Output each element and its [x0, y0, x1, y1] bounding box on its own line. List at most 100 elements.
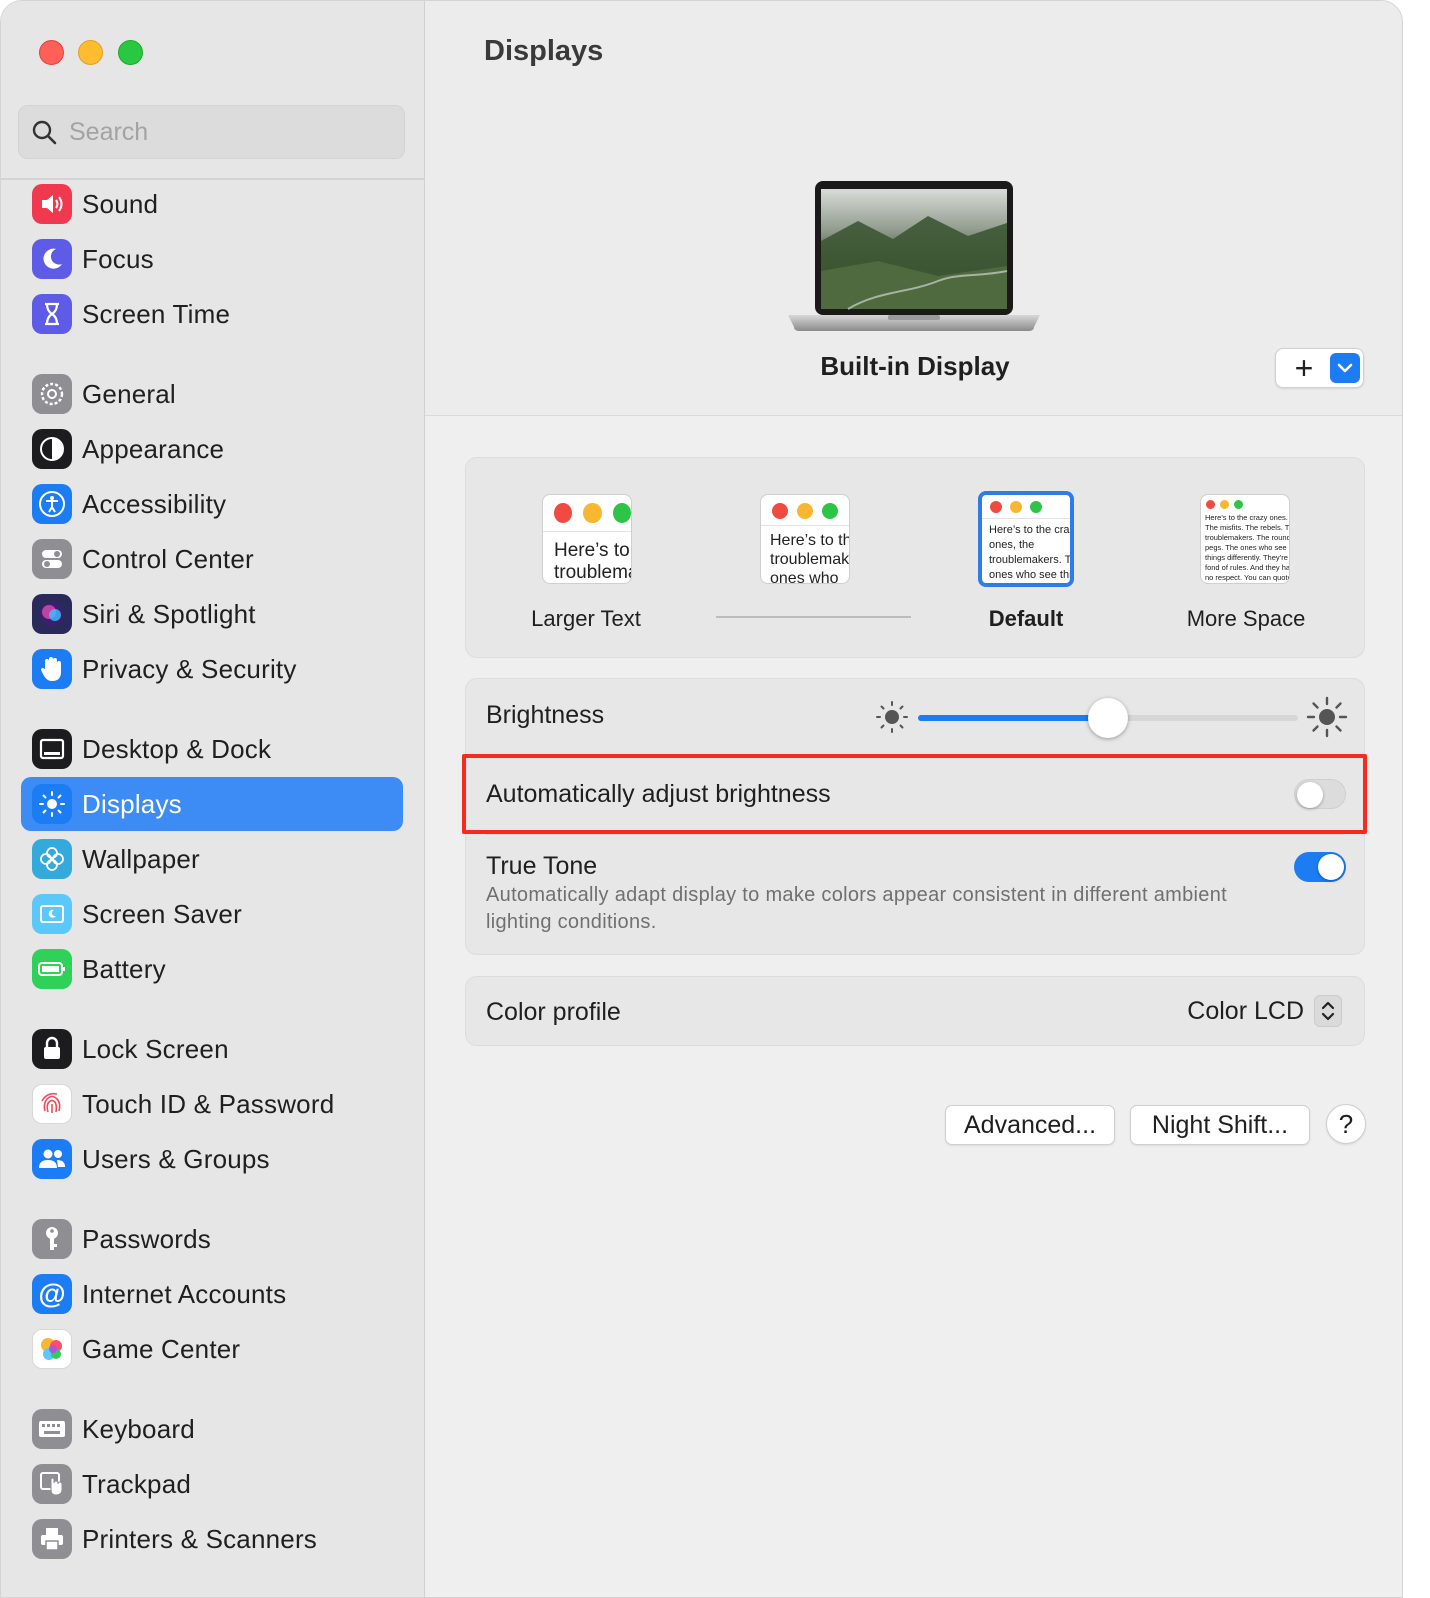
siri-icon — [32, 594, 72, 634]
sidebar-item-internet-accounts[interactable]: @ Internet Accounts — [21, 1267, 403, 1321]
search-input[interactable] — [69, 117, 369, 147]
sidebar-item-printers-scanners[interactable]: Printers & Scanners — [21, 1512, 403, 1566]
sidebar-item-focus[interactable]: Focus — [21, 232, 403, 286]
sidebar-item-touch-id-password[interactable]: Touch ID & Password — [21, 1077, 403, 1131]
lock-icon — [32, 1029, 72, 1069]
color-profile-label: Color profile — [486, 998, 621, 1026]
sidebar-item-label: Control Center — [82, 543, 254, 574]
resolution-preview: Here’s to the troublemakers. The ones wh… — [760, 494, 850, 584]
true-tone-toggle[interactable] — [1294, 852, 1346, 882]
sidebar-item-label: Accessibility — [82, 488, 227, 519]
sidebar-item-label: Privacy & Security — [82, 653, 297, 684]
display-name-label: Built-in Display — [820, 351, 1010, 381]
battery-icon — [32, 949, 72, 989]
sidebar-item-battery[interactable]: Battery — [21, 942, 403, 996]
resolution-medium-text[interactable]: Here’s to the troublemakers. The ones wh… — [696, 458, 916, 659]
flower-icon — [32, 839, 72, 879]
sidebar-item-wallpaper[interactable]: Wallpaper — [21, 832, 403, 886]
sidebar-item-label: Displays — [82, 788, 182, 819]
brightness-card: Brightness Automatically adjust brightne… — [465, 678, 1365, 955]
resolution-larger-text[interactable]: Here’s to the troublemakers Larger Text — [476, 458, 696, 659]
sidebar-item-users-groups[interactable]: Users & Groups — [21, 1132, 403, 1186]
sidebar-item-label: General — [82, 378, 176, 409]
true-tone-label: True Tone — [486, 852, 598, 880]
game-center-icon — [32, 1329, 72, 1369]
sidebar-item-accessibility[interactable]: Accessibility — [21, 477, 403, 531]
sidebar-item-label: Lock Screen — [82, 1033, 229, 1064]
sidebar-item-game-center[interactable]: Game Center — [21, 1322, 403, 1376]
trackpad-icon — [32, 1464, 72, 1504]
help-button[interactable]: ? — [1326, 1104, 1366, 1144]
sidebar-item-sound[interactable]: Sound — [21, 177, 403, 231]
brightness-slider-knob[interactable] — [1088, 698, 1128, 738]
main-pane: Displays Built-in Display + Here’s to tr… — [425, 1, 1402, 1597]
sidebar-item-lock-screen[interactable]: Lock Screen — [21, 1022, 403, 1076]
resolution-card: Here’s to the troublemakers Larger Text … — [465, 457, 1365, 658]
sidebar-item-screen-time[interactable]: Screen Time — [21, 287, 403, 341]
toggle-knob — [1297, 782, 1323, 808]
add-display-button[interactable]: + — [1286, 352, 1322, 384]
sidebar-item-control-center[interactable]: Control Center — [21, 532, 403, 586]
sun-icon — [32, 784, 72, 824]
add-display-control[interactable]: + — [1275, 348, 1364, 388]
resolution-default[interactable]: Here’s to the crazy ones, the troublemak… — [916, 458, 1136, 659]
sidebar-item-label: Focus — [82, 243, 154, 274]
close-window-button[interactable] — [39, 40, 64, 65]
printer-icon — [32, 1519, 72, 1559]
sidebar-item-label: Game Center — [82, 1333, 241, 1364]
moon-icon — [32, 239, 72, 279]
laptop-display-icon[interactable] — [788, 181, 1040, 333]
sidebar-item-passwords[interactable]: Passwords — [21, 1212, 403, 1266]
settings-window: Sound Focus Screen Time General Appearance Ac… — [0, 0, 1403, 1598]
sidebar-item-general[interactable]: General — [21, 367, 403, 421]
resolution-preview-selected: Here’s to the crazy ones, the troublemak… — [978, 491, 1074, 587]
color-profile-value: Color LCD — [1187, 996, 1304, 1025]
keyboard-icon — [32, 1409, 72, 1449]
sidebar-item-label: Keyboard — [82, 1413, 195, 1444]
sidebar-item-label: Battery — [82, 953, 166, 984]
dock-icon — [32, 729, 72, 769]
sidebar-item-displays[interactable]: Displays — [21, 777, 403, 831]
auto-brightness-toggle[interactable] — [1294, 779, 1346, 809]
fingerprint-icon — [32, 1084, 72, 1124]
sun-dim-icon — [876, 701, 908, 733]
minimize-window-button[interactable] — [78, 40, 103, 65]
sidebar-item-trackpad[interactable]: Trackpad — [21, 1457, 403, 1511]
at-icon: @ — [32, 1274, 72, 1314]
sidebar-item-label: Screen Time — [82, 298, 231, 329]
chevron-down-icon — [1337, 363, 1353, 373]
accessibility-icon — [32, 484, 72, 524]
search-field[interactable] — [18, 105, 405, 159]
sidebar-item-screen-saver[interactable]: Screen Saver — [21, 887, 403, 941]
resolution-scale-line — [716, 616, 911, 618]
resolution-more-space[interactable]: Here’s to the crazy ones. The misfits. T… — [1136, 458, 1356, 659]
page-title: Displays — [484, 35, 604, 67]
add-display-menu-button[interactable] — [1330, 353, 1360, 383]
sidebar-item-label: Appearance — [82, 433, 225, 464]
key-icon — [32, 1219, 72, 1259]
sidebar-item-label: Touch ID & Password — [82, 1088, 335, 1119]
color-profile-card: Color profile Color LCD — [465, 976, 1365, 1046]
sidebar-item-keyboard[interactable]: Keyboard — [21, 1402, 403, 1456]
brightness-slider[interactable] — [918, 698, 1298, 738]
night-shift-button[interactable]: Night Shift... — [1130, 1105, 1310, 1145]
users-icon — [32, 1139, 72, 1179]
speaker-icon — [32, 184, 72, 224]
color-profile-popup[interactable]: Color LCD — [1187, 995, 1342, 1027]
appearance-icon — [32, 429, 72, 469]
sidebar-item-label: Sound — [82, 188, 159, 219]
sidebar-item-label: Wallpaper — [82, 843, 200, 874]
updown-arrows-icon — [1314, 995, 1342, 1027]
sidebar-item-siri-spotlight[interactable]: Siri & Spotlight — [21, 587, 403, 641]
sun-bright-icon — [1306, 696, 1348, 738]
sidebar-item-appearance[interactable]: Appearance — [21, 422, 403, 476]
display-header: Displays Built-in Display + — [425, 1, 1402, 416]
advanced-button[interactable]: Advanced... — [945, 1105, 1115, 1145]
hand-icon — [32, 649, 72, 689]
sidebar-item-privacy-security[interactable]: Privacy & Security — [21, 642, 403, 696]
gear-icon — [32, 374, 72, 414]
screen-saver-icon — [32, 894, 72, 934]
sidebar-item-desktop-dock[interactable]: Desktop & Dock — [21, 722, 403, 776]
sidebar-item-label: Users & Groups — [82, 1143, 270, 1174]
zoom-window-button[interactable] — [118, 40, 143, 65]
